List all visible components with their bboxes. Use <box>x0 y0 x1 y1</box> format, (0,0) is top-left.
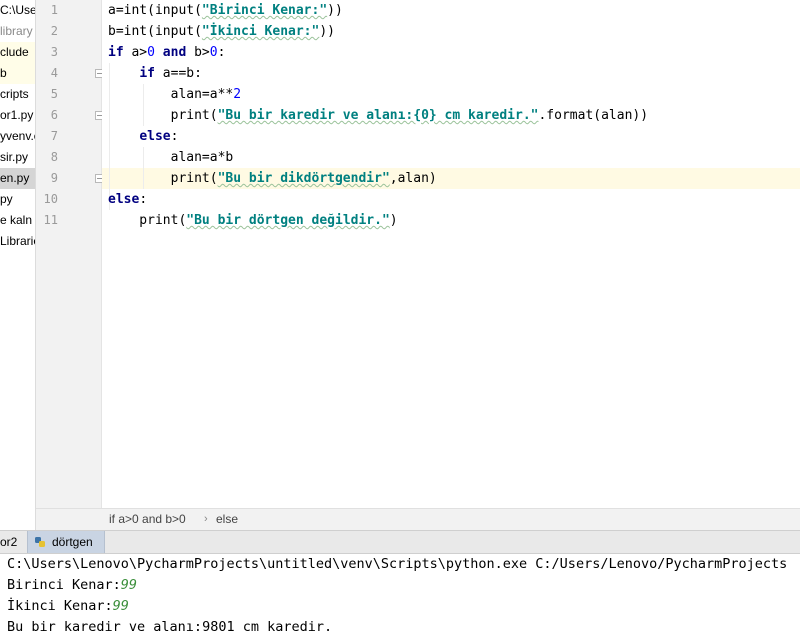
code-line[interactable]: alan=a**2 <box>108 84 241 105</box>
run-tab-label: dörtgen <box>52 535 93 549</box>
code-line[interactable]: print("Bu bir karedir ve alanı:{0} cm ka… <box>108 105 648 126</box>
run-console[interactable]: C:\Users\Lenovo\PycharmProjects\untitled… <box>0 554 800 642</box>
console-output-text: Birinci Kenar: <box>7 577 121 593</box>
code-token: "İkinci Kenar:" <box>201 24 320 39</box>
code-token: b> <box>194 45 210 60</box>
sidebar-item[interactable]: sir.py <box>0 147 28 168</box>
line-number: 3 <box>50 45 58 59</box>
code-line[interactable]: alan=a*b <box>108 147 234 168</box>
line-number: 11 <box>43 213 58 227</box>
line-number: 7 <box>50 129 58 143</box>
sidebar-item[interactable]: b <box>0 63 35 84</box>
code-token: alan=a** <box>108 87 234 102</box>
line-number: 1 <box>50 3 58 17</box>
code-token: if <box>108 45 132 60</box>
code-token: alan=a*b <box>108 150 234 165</box>
code-line[interactable]: print("Bu bir dikdörtgendir",alan) <box>108 168 437 189</box>
sidebar-item[interactable]: Librarie <box>0 231 35 252</box>
code-token: "Bu bir dikdörtgendir" <box>217 171 390 186</box>
code-line[interactable]: if a==b: <box>108 63 202 84</box>
breadcrumb-separator-icon: › <box>204 513 208 525</box>
project-sidebar[interactable]: C:\Use library clude b cripts or1.py yvenv.c si… <box>0 0 36 530</box>
code-token: and <box>154 45 195 60</box>
console-line: İkinci Kenar:99 <box>7 596 129 617</box>
sidebar-item[interactable]: en.py <box>0 168 35 189</box>
code-line[interactable]: b=int(input("İkinci Kenar:")) <box>108 21 335 42</box>
console-output-text: İkinci Kenar: <box>7 598 113 614</box>
code-editor[interactable] <box>102 0 800 508</box>
code-token: ,alan) <box>389 171 437 186</box>
code-token: "Bu bir dörtgen değildir." <box>186 213 390 228</box>
console-user-input: 99 <box>120 577 138 593</box>
line-number: 6 <box>50 108 58 122</box>
code-token: a=int(input( <box>108 3 202 18</box>
code-token: .format(alan)) <box>538 108 649 123</box>
line-number: 8 <box>50 150 58 164</box>
code-line[interactable]: else: <box>108 126 178 147</box>
run-tabs-bar: or2 dörtgen <box>0 530 800 554</box>
line-number: 2 <box>50 24 58 38</box>
run-tab-or2[interactable]: or2 <box>0 531 24 553</box>
code-token: : <box>170 129 179 144</box>
line-number: 4 <box>50 66 58 80</box>
console-line: Bu bir karedir ve alanı:9801 cm karedir. <box>7 617 332 638</box>
code-token: print( <box>108 108 218 123</box>
code-token: "Bu bir karedir ve alanı:{0} cm karedir.… <box>217 108 539 123</box>
breadcrumb: if a>0 and b>0 › else <box>36 508 800 530</box>
code-token: if <box>139 66 163 81</box>
code-token: b=int(input( <box>108 24 202 39</box>
code-token: else <box>139 129 171 144</box>
line-number: 10 <box>43 192 58 206</box>
breadcrumb-item-else[interactable]: else <box>216 509 238 530</box>
run-tab-label: or2 <box>0 535 18 549</box>
code-line[interactable]: print("Bu bir dörtgen değildir.") <box>108 210 398 231</box>
console-user-input: 99 <box>112 598 129 614</box>
line-number: 9 <box>50 171 58 185</box>
code-token: 0 <box>209 45 218 60</box>
console-line: C:\Users\Lenovo\PycharmProjects\untitled… <box>7 554 787 575</box>
sidebar-item[interactable]: e kaln <box>0 210 32 231</box>
code-line[interactable]: else: <box>108 189 147 210</box>
console-output-text: C:\Users\Lenovo\PycharmProjects\untitled… <box>7 556 788 572</box>
sidebar-item[interactable]: C:\Use <box>0 0 35 21</box>
sidebar-item[interactable]: py <box>0 189 13 210</box>
code-token: print( <box>108 213 187 228</box>
code-token: ) <box>389 213 398 228</box>
sidebar-item[interactable]: library <box>0 21 33 42</box>
code-token: : <box>217 45 226 60</box>
code-token: 2 <box>233 87 242 102</box>
breadcrumb-item-if[interactable]: if a>0 and b>0 <box>109 509 186 530</box>
line-number: 5 <box>50 87 58 101</box>
console-output-text: Bu bir karedir ve alanı:9801 cm karedir. <box>7 619 333 635</box>
code-token: a> <box>131 45 148 60</box>
run-tab-dortgen[interactable]: dörtgen <box>27 531 105 553</box>
code-token: )) <box>319 24 335 39</box>
code-token: print( <box>108 171 218 186</box>
code-line[interactable]: a=int(input("Birinci Kenar:")) <box>108 0 343 21</box>
code-token: "Birinci Kenar:" <box>201 3 328 18</box>
code-token: 0 <box>147 45 155 60</box>
code-token: )) <box>327 3 343 18</box>
code-token: : <box>139 192 148 207</box>
console-line: Birinci Kenar:99 <box>7 575 137 596</box>
code-token: else <box>108 192 140 207</box>
python-icon <box>35 537 45 547</box>
code-line[interactable]: if a>0 and b>0: <box>108 42 225 63</box>
code-token: a==b: <box>162 66 202 81</box>
sidebar-item[interactable]: cripts <box>0 84 29 105</box>
sidebar-item[interactable]: yvenv.c <box>0 126 35 147</box>
sidebar-item[interactable]: clude <box>0 42 35 63</box>
sidebar-item[interactable]: or1.py <box>0 105 33 126</box>
